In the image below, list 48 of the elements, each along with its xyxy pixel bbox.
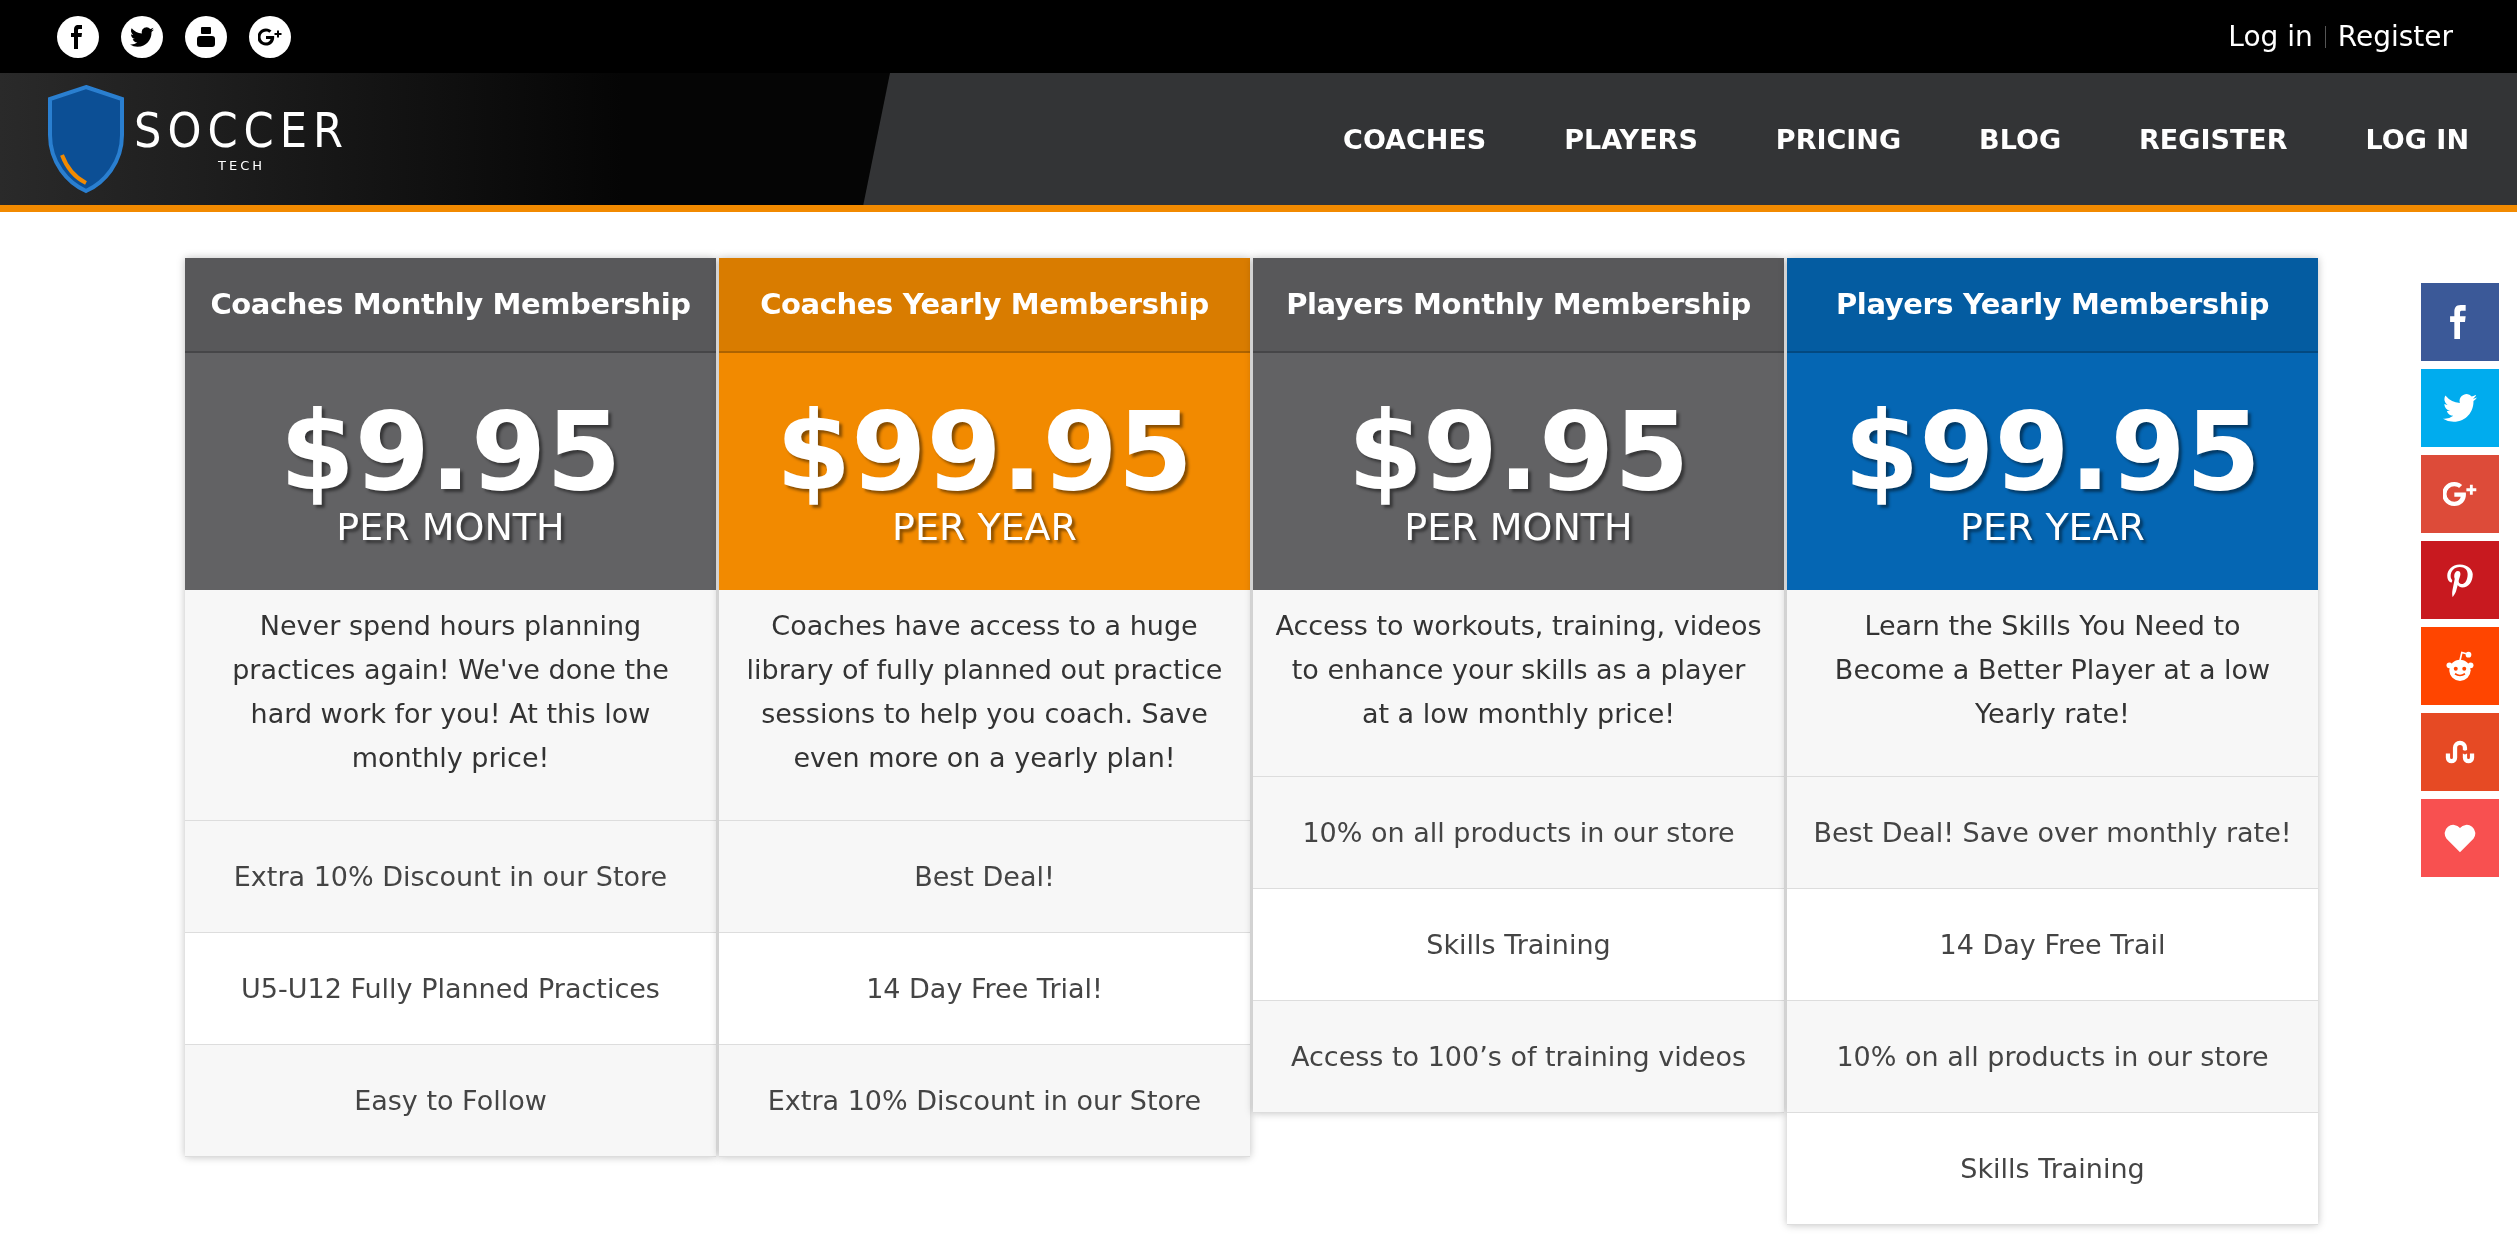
feature-row: Access to 100’s of training videos — [1253, 1001, 1784, 1114]
plan-title: Coaches Monthly Membership — [185, 258, 716, 353]
plan-title: Players Yearly Membership — [1787, 258, 2318, 353]
feature-row: 10% on all products in our store — [1253, 777, 1784, 890]
plan-description: Coaches have access to a huge library of fully planned out practice sessions to help you coach. Save even more on a yearly plan! — [719, 590, 1250, 822]
logo-text: SOCCER — [134, 105, 349, 154]
twitter-icon — [130, 24, 154, 49]
nav-link[interactable]: REGISTER — [2139, 123, 2288, 155]
share-button[interactable] — [2421, 713, 2499, 791]
plan-description: Never spend hours planning practices again! We've done the hard work for you! At this low monthly price! — [185, 590, 716, 822]
shield-icon — [46, 83, 126, 195]
share-button[interactable] — [2421, 627, 2499, 705]
share-button[interactable] — [2421, 283, 2499, 361]
price: $99.95 — [1844, 395, 2261, 509]
share-button[interactable] — [2421, 541, 2499, 619]
price: $99.95 — [776, 395, 1193, 509]
price: $9.95 — [279, 395, 622, 509]
social-link[interactable] — [185, 15, 227, 58]
feature-row: Easy to Follow — [185, 1045, 716, 1158]
nav-link[interactable]: COACHES — [1343, 123, 1487, 155]
plan-description: Learn the Skills You Need to Become a Better Player at a low Yearly rate! — [1787, 590, 2318, 778]
nav-link[interactable]: LOG IN — [2365, 123, 2469, 155]
price-period: PER YEAR — [1960, 508, 2145, 547]
feature-row: 10% on all products in our store — [1787, 1001, 2318, 1114]
share-button[interactable] — [2421, 799, 2499, 877]
price-period: PER MONTH — [336, 508, 565, 547]
feature-row: Best Deal! Save over monthly rate! — [1787, 777, 2318, 890]
social-link[interactable] — [249, 15, 291, 58]
feature-row: Extra 10% Discount in our Store — [719, 1045, 1250, 1158]
logo-subtitle: TECH — [218, 157, 265, 173]
top-link[interactable]: Register — [2337, 20, 2453, 53]
price-period: PER YEAR — [892, 508, 1077, 547]
social-link[interactable] — [57, 15, 99, 58]
social-link[interactable] — [121, 15, 163, 58]
top-link[interactable]: Log in — [2228, 20, 2313, 53]
nav-link[interactable]: PLAYERS — [1564, 123, 1698, 155]
plan-title: Coaches Yearly Membership — [719, 258, 1250, 353]
nav-link[interactable]: PRICING — [1775, 123, 1902, 155]
feature-row: Skills Training — [1787, 1113, 2318, 1226]
plan-title: Players Monthly Membership — [1253, 258, 1784, 353]
feature-row: Best Deal! — [719, 821, 1250, 934]
share-button[interactable] — [2421, 455, 2499, 533]
plan-description: Access to workouts, training, videos to enhance your skills as a player at a low monthly price! — [1253, 590, 1784, 778]
price: $9.95 — [1347, 395, 1690, 509]
twitter-icon — [2443, 391, 2477, 425]
feature-row: Extra 10% Discount in our Store — [185, 821, 716, 934]
nav-link[interactable]: BLOG — [1979, 123, 2062, 155]
price-period: PER MONTH — [1404, 508, 1633, 547]
